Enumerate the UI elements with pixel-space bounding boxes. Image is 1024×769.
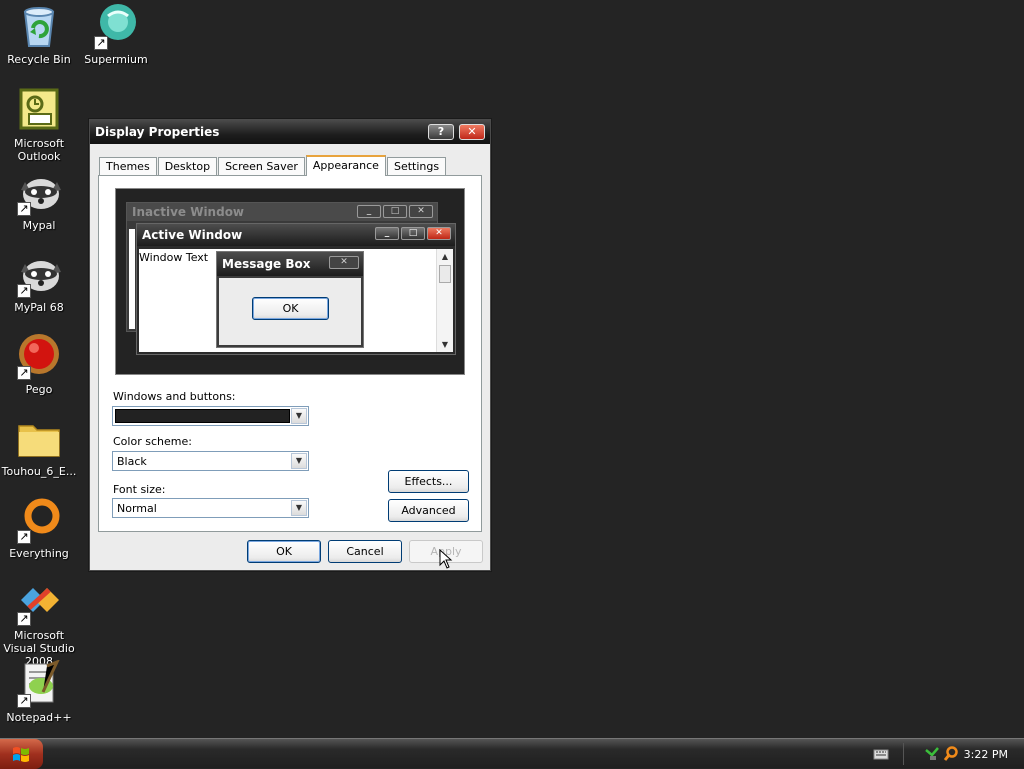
display-properties-dialog: Display Properties ? ✕ Themes Desktop Sc… [89, 119, 491, 571]
tab-screen-saver[interactable]: Screen Saver [218, 157, 305, 176]
shortcut-arrow-icon: ↗ [17, 530, 31, 544]
close-icon: ✕ [427, 227, 451, 240]
search-icon[interactable] [943, 746, 959, 762]
start-button[interactable] [0, 739, 43, 769]
color-scheme-select[interactable]: Black ▼ [112, 451, 309, 471]
preview-message-box: Message Box ✕ OK [216, 251, 364, 348]
desktop-icon-label: Microsoft Outlook [13, 137, 65, 163]
scroll-up-icon: ▲ [441, 252, 449, 261]
supermium-icon: ↗ [92, 2, 140, 50]
desktop-icon-recycle-bin[interactable]: Recycle Bin [0, 2, 78, 66]
minimize-icon: _ [375, 227, 399, 240]
maximize-icon: □ [401, 227, 425, 240]
desktop-icon-label: Supermium [84, 53, 148, 66]
desktop-icon-supermium[interactable]: ↗ Supermium [77, 2, 155, 66]
chevron-down-icon[interactable]: ▼ [291, 500, 307, 516]
cancel-button[interactable]: Cancel [328, 540, 402, 563]
desktop-icon-touhou-folder[interactable]: Touhou_6_E... [0, 414, 78, 478]
desktop-icon-outlook[interactable]: Microsoft Outlook [0, 86, 78, 163]
color-scheme-label: Color scheme: [113, 435, 192, 448]
windows-buttons-select[interactable]: ▼ [112, 406, 309, 426]
desktop-icon-pego[interactable]: ↗ Pego [0, 332, 78, 396]
close-icon: ✕ [329, 256, 359, 269]
shortcut-arrow-icon: ↗ [17, 284, 31, 298]
tab-settings[interactable]: Settings [386, 157, 447, 176]
folder-icon [15, 414, 63, 462]
tab-strip: Themes Desktop Screen Saver Appearance S… [99, 155, 447, 176]
desktop-icon-label: MyPal 68 [14, 301, 64, 314]
ok-button[interactable]: OK [247, 540, 321, 563]
notepadpp-icon: ↗ [15, 660, 63, 708]
desktop-icon-label: Everything [9, 547, 69, 560]
pego-red-ball-icon: ↗ [15, 332, 63, 380]
mypal-raccoon-icon: ↗ [15, 250, 63, 298]
appearance-preview: Inactive Window _ □ ✕ Active Window _ □ … [115, 188, 465, 375]
desktop-icon-label: Recycle Bin [7, 53, 71, 66]
active-window-buttons: _ □ ✕ [373, 227, 451, 240]
message-box-title: Message Box ✕ [217, 252, 363, 276]
desktop-icon-mypal-68[interactable]: ↗ MyPal 68 [0, 250, 78, 314]
shortcut-arrow-icon: ↗ [17, 366, 31, 380]
windows-buttons-label: Windows and buttons: [113, 390, 236, 403]
desktop-icon-everything[interactable]: ↗ Everything [0, 496, 78, 560]
preview-scrollbar: ▲ ▼ [436, 249, 453, 352]
taskbar: 3:22 PM [0, 738, 1024, 769]
desktop-icon-label: Pego [25, 383, 53, 396]
desktop-icon-label: Mypal [22, 219, 56, 232]
recycle-bin-icon [15, 2, 63, 50]
desktop-icon-label: Touhou_6_E... [1, 465, 77, 478]
chevron-down-icon[interactable]: ▼ [291, 453, 307, 469]
close-button[interactable]: ✕ [459, 124, 485, 140]
tab-appearance[interactable]: Appearance [305, 155, 386, 176]
message-box-title-text: Message Box [222, 257, 311, 271]
active-window-title-text: Active Window [142, 228, 243, 242]
desktop-icon-mypal[interactable]: ↗ Mypal [0, 168, 78, 232]
dialog-title: Display Properties [95, 125, 220, 139]
inactive-window-title-text: Inactive Window [132, 205, 245, 219]
shortcut-arrow-icon: ↗ [17, 612, 31, 626]
outlook-icon [15, 86, 63, 134]
desktop-icon-visual-studio[interactable]: ↗ Microsoft Visual Studio 2008 [0, 578, 78, 668]
taskbar-clock[interactable]: 3:22 PM [964, 748, 1008, 761]
safely-remove-hardware-icon[interactable] [924, 746, 940, 762]
close-icon: ✕ [409, 205, 433, 218]
font-size-value: Normal [117, 502, 157, 515]
chevron-down-icon[interactable]: ▼ [291, 408, 307, 424]
message-box-buttons: ✕ [327, 256, 359, 269]
tab-desktop[interactable]: Desktop [157, 157, 218, 176]
color-scheme-value: Black [117, 455, 147, 468]
mypal-raccoon-icon: ↗ [15, 168, 63, 216]
advanced-button[interactable]: Advanced [388, 499, 469, 522]
tab-themes[interactable]: Themes [99, 157, 157, 176]
desktop-icon-notepadpp[interactable]: ↗ Notepad++ [0, 660, 78, 724]
style-swatch [115, 409, 290, 423]
everything-ring-icon: ↗ [15, 496, 63, 544]
dialog-titlebar[interactable]: Display Properties ? ✕ [90, 120, 490, 144]
font-size-label: Font size: [113, 483, 166, 496]
desktop-icon-label: Notepad++ [6, 711, 72, 724]
windows-logo-icon [13, 747, 29, 762]
message-box-ok-button: OK [252, 297, 329, 320]
inactive-window-body [129, 229, 135, 329]
help-button[interactable]: ? [428, 124, 454, 140]
inactive-window-buttons: _ □ ✕ [355, 205, 433, 218]
scroll-down-icon: ▼ [441, 340, 449, 349]
shortcut-arrow-icon: ↗ [94, 36, 108, 50]
appearance-panel: Inactive Window _ □ ✕ Active Window _ □ … [98, 175, 482, 532]
shortcut-arrow-icon: ↗ [17, 694, 31, 708]
active-window-title: Active Window _ □ ✕ [137, 224, 455, 246]
mouse-cursor-icon [439, 549, 453, 569]
inactive-window-title: Inactive Window _ □ ✕ [127, 203, 437, 221]
scroll-thumb [439, 265, 451, 283]
visual-studio-icon: ↗ [15, 578, 63, 626]
shortcut-arrow-icon: ↗ [17, 202, 31, 216]
maximize-icon: □ [383, 205, 407, 218]
tray-separator [903, 743, 904, 765]
window-text: Window Text [139, 251, 209, 264]
effects-button[interactable]: Effects... [388, 470, 469, 493]
minimize-icon: _ [357, 205, 381, 218]
keyboard-icon[interactable] [873, 746, 889, 762]
message-box-body: OK [219, 278, 361, 345]
font-size-select[interactable]: Normal ▼ [112, 498, 309, 518]
